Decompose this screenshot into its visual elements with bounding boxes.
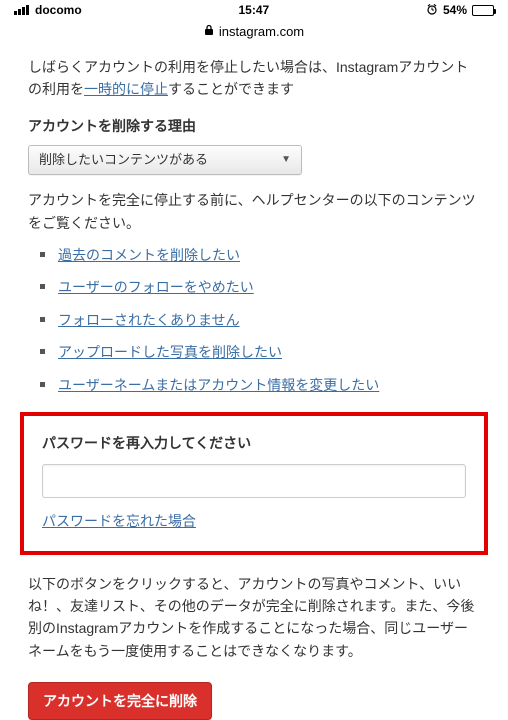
chevron-down-icon: ▼ [281,152,291,168]
list-item: ユーザーネームまたはアカウント情報を変更したい [44,374,480,396]
intro-paragraph: しばらくアカウントの利用を停止したい場合は、Instagramアカウントの利用を… [28,56,480,101]
list-item: ユーザーのフォローをやめたい [44,276,480,298]
battery-percent: 54% [443,3,467,17]
url-text: instagram.com [219,24,304,39]
reason-selected-text: 削除したいコンテンツがある [39,150,208,171]
password-section-highlight: パスワードを再入力してください パスワードを忘れた場合 [20,412,488,555]
help-link-unfollow[interactable]: ユーザーのフォローをやめたい [58,279,254,295]
forgot-password-link[interactable]: パスワードを忘れた場合 [42,510,196,532]
help-prompt: アカウントを完全に停止する前に、ヘルプセンターの以下のコンテンツをご覧ください。 [28,189,480,234]
page-content: しばらくアカウントの利用を停止したい場合は、Instagramアカウントの利用を… [0,42,508,720]
alarm-icon [426,3,438,18]
list-item: 過去のコメントを削除したい [44,244,480,266]
reason-heading: アカウントを削除する理由 [28,115,480,137]
password-label: パスワードを再入力してください [42,432,466,454]
help-link-delete-comments[interactable]: 過去のコメントを削除したい [58,247,240,263]
lock-icon [204,24,214,39]
deletion-warning-text: 以下のボタンをクリックすると、アカウントの写真やコメント、いいね！、友達リスト、… [28,573,480,663]
help-link-list: 過去のコメントを削除したい ユーザーのフォローをやめたい フォローされたくありま… [28,244,480,396]
status-left: docomo [14,3,82,17]
list-item: フォローされたくありません [44,309,480,331]
carrier-label: docomo [35,3,82,17]
status-right: 54% [426,3,494,18]
signal-icon [14,5,29,15]
help-link-change-account[interactable]: ユーザーネームまたはアカウント情報を変更したい [58,377,379,393]
status-bar: docomo 15:47 54% [0,0,508,20]
help-link-not-followed[interactable]: フォローされたくありません [58,312,240,328]
delete-account-button[interactable]: アカウントを完全に削除 [28,682,212,720]
help-link-delete-photos[interactable]: アップロードした写真を削除したい [58,344,282,360]
status-time: 15:47 [238,3,269,17]
list-item: アップロードした写真を削除したい [44,341,480,363]
battery-icon [472,5,494,16]
intro-text-after: することができます [168,81,294,97]
url-bar[interactable]: instagram.com [0,20,508,42]
reason-select[interactable]: 削除したいコンテンツがある ▼ [28,145,302,175]
temporary-disable-link[interactable]: 一時的に停止 [84,81,168,97]
password-input[interactable] [42,464,466,498]
